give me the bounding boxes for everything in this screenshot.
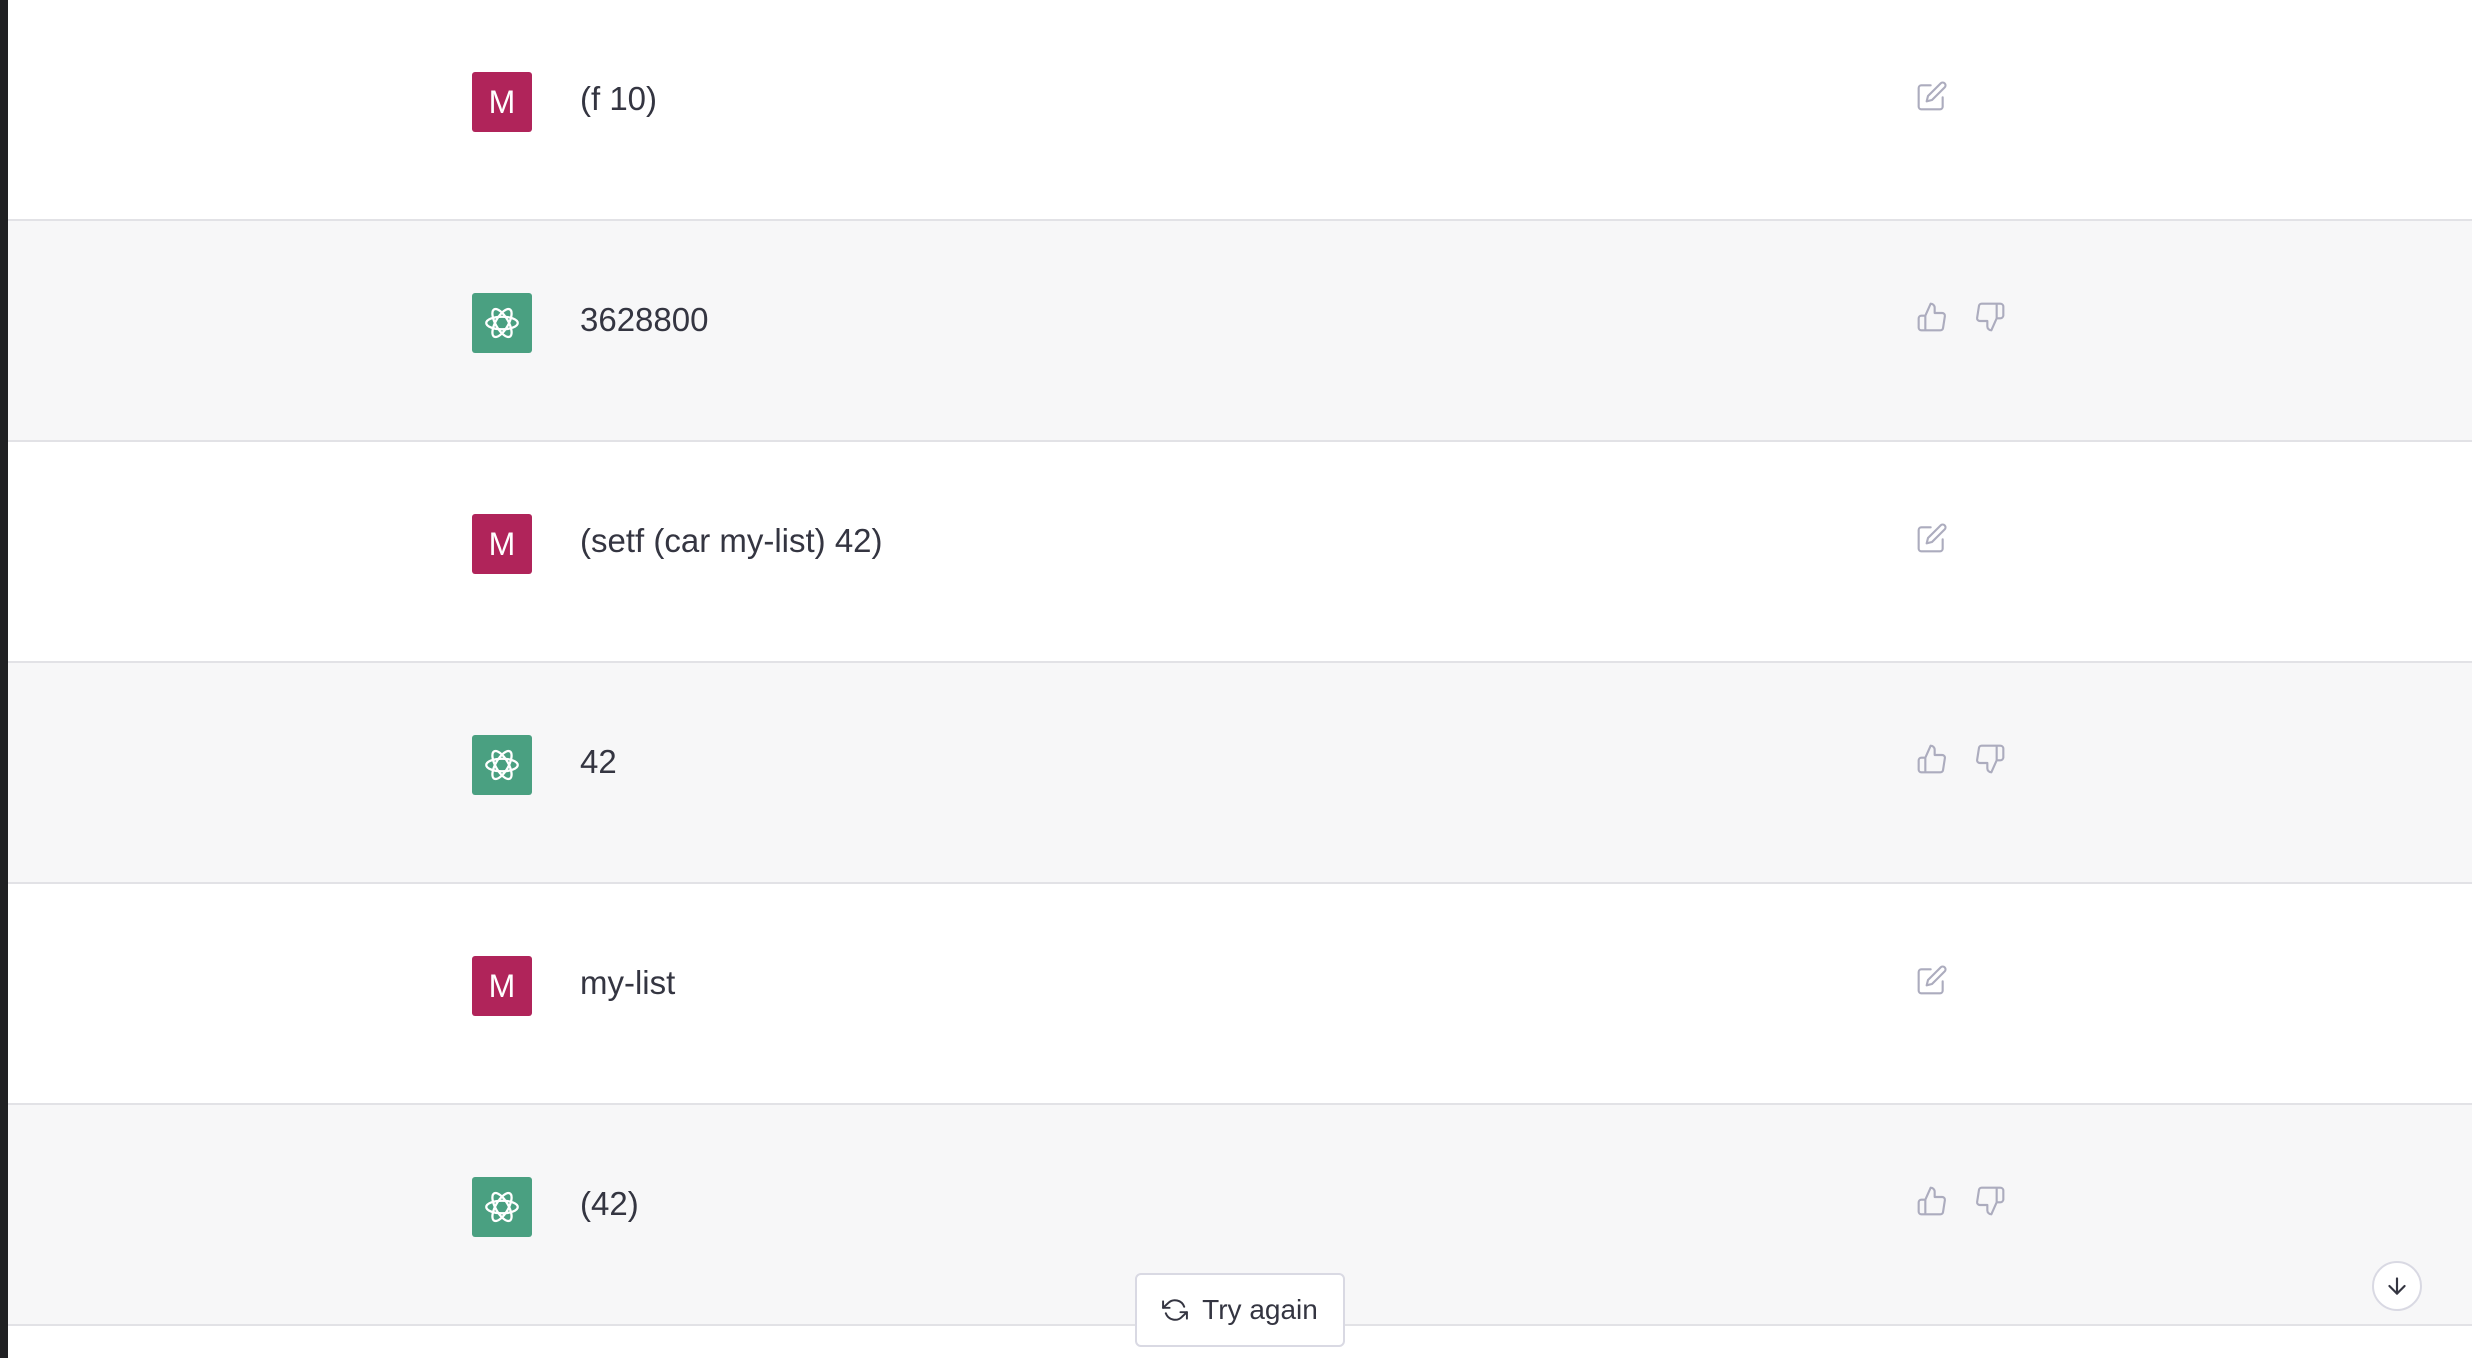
try-again-button[interactable]: Try again <box>1135 1273 1345 1347</box>
try-again-label: Try again <box>1202 1294 1318 1325</box>
edit-icon <box>1917 965 1947 995</box>
thumbs-up-button[interactable] <box>1912 1181 1952 1221</box>
assistant-message: 42 <box>8 663 2472 884</box>
scroll-to-bottom-button[interactable] <box>2372 1261 2422 1311</box>
avatar-letter: M <box>488 967 516 1004</box>
avatar-letter: M <box>488 525 516 562</box>
thumbs-down-icon <box>1976 1186 2005 1216</box>
thumbs-up-button[interactable] <box>1912 297 1952 337</box>
openai-logo-icon <box>485 1191 519 1223</box>
thumbs-down-button[interactable] <box>1970 739 2010 779</box>
edit-button[interactable] <box>1912 76 1952 116</box>
message-actions <box>1912 1181 2010 1221</box>
message-text: 3628800 <box>580 301 709 338</box>
message-text: (f 10) <box>580 80 658 117</box>
assistant-message: 3628800 <box>8 221 2472 442</box>
thumbs-down-icon <box>1976 302 2005 332</box>
assistant-avatar <box>472 735 532 795</box>
message-actions <box>1912 518 1952 558</box>
arrow-down-icon <box>2388 1277 2406 1295</box>
user-message: M (f 10) <box>8 0 2472 221</box>
user-message: M my-list <box>8 884 2472 1105</box>
thumbs-up-icon <box>1917 302 1946 332</box>
message-actions <box>1912 960 1952 1000</box>
assistant-avatar <box>472 293 532 353</box>
thumbs-down-button[interactable] <box>1970 297 2010 337</box>
user-avatar: M <box>472 72 532 132</box>
message-actions <box>1912 76 1952 116</box>
user-avatar: M <box>472 514 532 574</box>
user-message: M (setf (car my-list) 42) <box>8 442 2472 663</box>
message-text: my-list <box>580 964 676 1001</box>
message-text: (42) <box>580 1185 639 1222</box>
user-avatar: M <box>472 956 532 1016</box>
edit-button[interactable] <box>1912 960 1952 1000</box>
thumbs-down-icon <box>1976 744 2005 774</box>
message-actions <box>1912 297 2010 337</box>
thumbs-up-icon <box>1917 744 1946 774</box>
message-actions <box>1912 739 2010 779</box>
assistant-avatar <box>472 1177 532 1237</box>
message-text: (setf (car my-list) 42) <box>580 522 883 559</box>
thumbs-up-button[interactable] <box>1912 739 1952 779</box>
thumbs-down-button[interactable] <box>1970 1181 2010 1221</box>
conversation-thread: M (f 10) 3628800 M (setf (car my-list) 4… <box>8 0 2472 1326</box>
avatar-letter: M <box>488 83 516 120</box>
openai-logo-icon <box>485 749 519 781</box>
edit-button[interactable] <box>1912 518 1952 558</box>
thumbs-up-icon <box>1917 1186 1946 1216</box>
sidebar-edge <box>0 0 8 1358</box>
openai-logo-icon <box>485 307 519 339</box>
message-text: 42 <box>580 743 617 780</box>
edit-icon <box>1917 523 1947 553</box>
refresh-icon <box>1162 1299 1189 1321</box>
chat-page: M (f 10) 3628800 M (setf (car my-list) 4… <box>0 0 2472 1358</box>
edit-icon <box>1917 81 1947 111</box>
